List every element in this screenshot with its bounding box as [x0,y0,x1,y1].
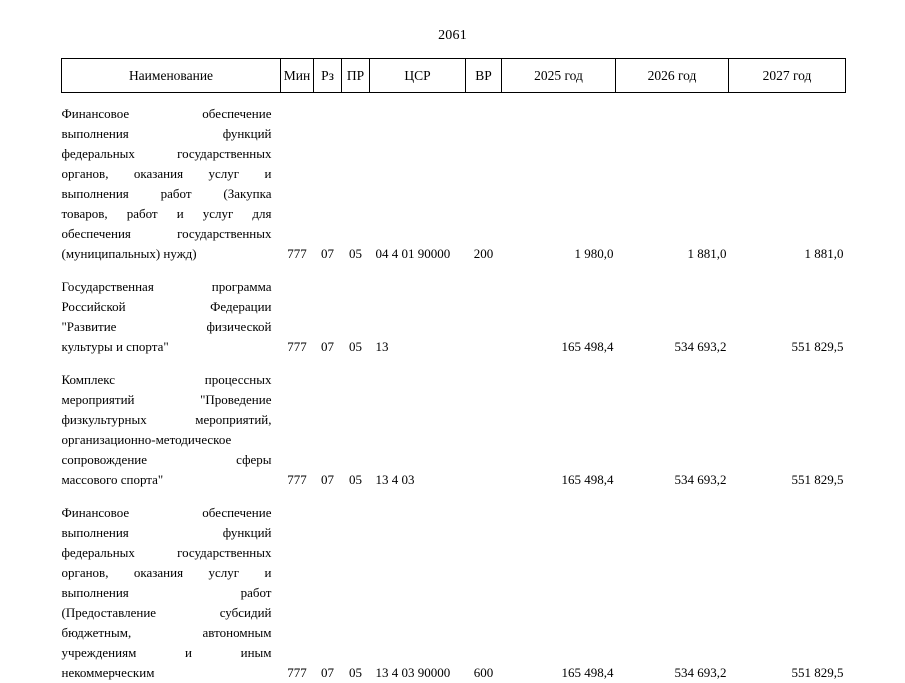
table-header-row: Наименование Мин Рз ПР ЦСР ВР 2025 год 2… [62,59,846,93]
cell-name-line: органов, оказания услуг и [62,563,272,583]
column-header-min: Мин [281,59,314,93]
cell-year2: 534 693,2 [616,357,729,490]
cell-name-line: Комплекс процессных [62,370,272,390]
cell-pr: 05 [342,490,370,683]
cell-name-line: культуры и спорта" [62,337,272,357]
cell-year2: 534 693,2 [616,490,729,683]
cell-year1: 165 498,4 [502,357,616,490]
cell-csr: 13 [370,264,466,357]
cell-year2: 1 881,0 [616,93,729,265]
table-row: Финансовое обеспечениевыполнения функций… [62,93,846,265]
cell-name-line: товаров, работ и услуг для [62,204,272,224]
cell-csr: 13 4 03 [370,357,466,490]
cell-year3: 551 829,5 [729,357,846,490]
cell-pr: 05 [342,357,370,490]
cell-name-line: органов, оказания услуг и [62,164,272,184]
cell-name: Финансовое обеспечениевыполнения функций… [62,93,281,265]
table-body: Финансовое обеспечениевыполнения функций… [62,93,846,683]
cell-year1: 1 980,0 [502,93,616,265]
column-header-csr: ЦСР [370,59,466,93]
column-header-year2: 2026 год [616,59,729,93]
cell-name-line: Финансовое обеспечение [62,104,272,124]
cell-min: 777 [281,490,314,683]
cell-csr: 13 4 03 90000 [370,490,466,683]
cell-name-line: федеральных государственных [62,144,272,164]
cell-name-line: выполнения функций [62,523,272,543]
cell-vr [466,264,502,357]
cell-year1: 165 498,4 [502,490,616,683]
table-row: Комплекс процессныхмероприятий "Проведен… [62,357,846,490]
cell-year3: 551 829,5 [729,264,846,357]
cell-name-line: учреждениям и иным [62,643,272,663]
column-header-year1: 2025 год [502,59,616,93]
cell-csr: 04 4 01 90000 [370,93,466,265]
cell-name-line: мероприятий "Проведение [62,390,272,410]
page-number: 2061 [0,28,905,44]
cell-name-line: федеральных государственных [62,543,272,563]
column-header-vr: ВР [466,59,502,93]
cell-min: 777 [281,93,314,265]
cell-vr [466,357,502,490]
cell-min: 777 [281,264,314,357]
budget-table-container: Наименование Мин Рз ПР ЦСР ВР 2025 год 2… [61,58,845,683]
cell-name-line: Государственная программа [62,277,272,297]
cell-name-line: бюджетным, автономным [62,623,272,643]
cell-name-line: (Предоставление субсидий [62,603,272,623]
cell-rz: 07 [314,264,342,357]
cell-name-line: (муниципальных) нужд) [62,244,272,264]
cell-name-line: Финансовое обеспечение [62,503,272,523]
cell-year2: 534 693,2 [616,264,729,357]
cell-name-line: организационно-методическое [62,430,272,450]
cell-name-line: сопровождение сферы [62,450,272,470]
cell-name: Финансовое обеспечениевыполнения функций… [62,490,281,683]
cell-name-line: Российской Федерации [62,297,272,317]
cell-pr: 05 [342,93,370,265]
cell-name-line: выполнения функций [62,124,272,144]
cell-vr: 600 [466,490,502,683]
budget-table: Наименование Мин Рз ПР ЦСР ВР 2025 год 2… [61,58,846,683]
cell-year3: 551 829,5 [729,490,846,683]
cell-name-line: физкультурных мероприятий, [62,410,272,430]
column-header-pr: ПР [342,59,370,93]
cell-year1: 165 498,4 [502,264,616,357]
cell-name: Государственная программаРоссийской Феде… [62,264,281,357]
column-header-rz: Рз [314,59,342,93]
cell-rz: 07 [314,490,342,683]
table-row: Государственная программаРоссийской Феде… [62,264,846,357]
cell-name-line: выполнения работ (Закупка [62,184,272,204]
cell-pr: 05 [342,264,370,357]
cell-name-line: выполнения работ [62,583,272,603]
cell-name: Комплекс процессныхмероприятий "Проведен… [62,357,281,490]
cell-vr: 200 [466,93,502,265]
cell-rz: 07 [314,93,342,265]
column-header-year3: 2027 год [729,59,846,93]
cell-min: 777 [281,357,314,490]
cell-name-line: "Развитие физической [62,317,272,337]
table-header: Наименование Мин Рз ПР ЦСР ВР 2025 год 2… [62,59,846,93]
cell-year3: 1 881,0 [729,93,846,265]
cell-name-line: обеспечения государственных [62,224,272,244]
cell-name-line: массового спорта" [62,470,272,490]
cell-rz: 07 [314,357,342,490]
cell-name-line: некоммерческим [62,663,272,683]
column-header-name: Наименование [62,59,281,93]
table-row: Финансовое обеспечениевыполнения функций… [62,490,846,683]
